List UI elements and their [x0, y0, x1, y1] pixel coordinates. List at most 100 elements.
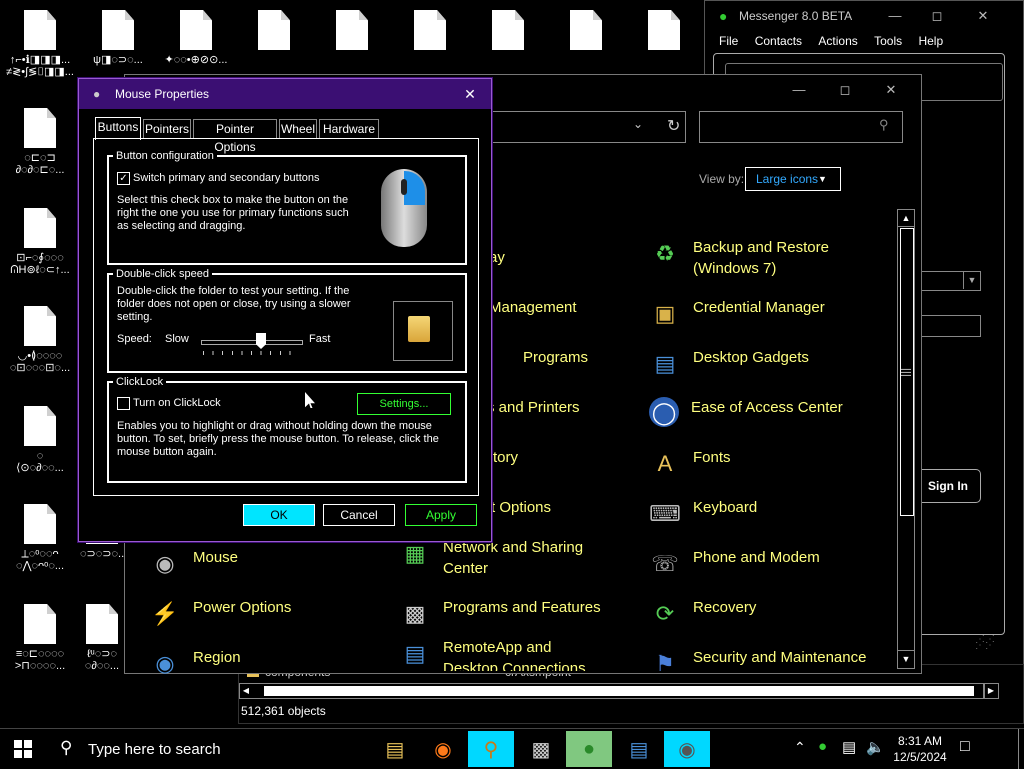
desktop-file-icon[interactable]: ≡◌⊏◌◌◌◌ >⊓◌◌◌◌... — [2, 604, 78, 672]
mouse-taskbar-icon[interactable]: ◉ — [664, 731, 710, 767]
chevron-down-icon[interactable]: ⌄ — [633, 117, 643, 131]
volume-icon[interactable]: 🔈 — [866, 738, 885, 756]
clicklock-checkbox[interactable] — [117, 397, 130, 410]
clicklock-checkbox-label[interactable]: Turn on ClickLock — [133, 397, 221, 410]
cp-item-credential-manager[interactable]: ▣ Credential Manager — [649, 297, 825, 329]
search-tool-icon[interactable]: ⚲ — [468, 731, 514, 767]
network-tray-icon[interactable]: ▤ — [842, 738, 856, 756]
switch-buttons-label[interactable]: Switch primary and secondary buttons — [133, 172, 319, 185]
clicklock-settings-button[interactable]: Settings... — [357, 393, 451, 415]
close-button[interactable]: ✕ — [963, 5, 1003, 27]
desktop-file-label: ᕬH⊚ℓ◌⊂↑... — [10, 264, 70, 276]
view-by-dropdown[interactable]: Large icons ▼ — [745, 167, 841, 191]
apply-button[interactable]: Apply — [405, 504, 477, 526]
firefox-icon[interactable]: ◉ — [420, 731, 466, 767]
desktop-file-icon[interactable] — [236, 10, 312, 54]
desktop-file-icon[interactable] — [548, 10, 624, 54]
close-button[interactable]: ✕ — [455, 83, 485, 105]
desktop-file-icon[interactable]: ◌ ⟨⊙◌∂◌◌... — [2, 406, 78, 474]
sign-in-button[interactable]: Sign In — [915, 469, 981, 503]
messenger-taskbar-icon[interactable]: ● — [566, 731, 612, 767]
taskbar-clock[interactable]: 8:31 AM 12/5/2024 — [890, 733, 950, 765]
cp-item-phone-modem[interactable]: ☏ Phone and Modem — [649, 547, 820, 579]
menu-help[interactable]: Help — [918, 34, 943, 48]
cp-item-partial[interactable]: Management — [489, 299, 577, 316]
desktop-file-icon[interactable]: ⟂◌ᵒ◌◌ᴖ ◌⋀◌ᴖᵒ◌... — [2, 504, 78, 572]
double-click-speed-slider[interactable] — [201, 333, 303, 361]
test-folder-box[interactable] — [393, 301, 453, 361]
maximize-button[interactable]: ◻ — [825, 79, 865, 101]
tab-buttons[interactable]: Buttons — [95, 117, 141, 140]
slider-thumb[interactable] — [256, 333, 266, 349]
scroll-left-icon[interactable]: ◀ — [240, 684, 252, 698]
keyboard-icon: ⌨ — [649, 500, 681, 526]
cp-item-mouse[interactable]: ◉ Mouse — [149, 547, 238, 579]
cp-item-region[interactable]: ◉ Region — [149, 647, 240, 679]
cancel-button[interactable]: Cancel — [323, 504, 395, 526]
windows-start-icon[interactable] — [14, 740, 32, 758]
mouse-properties-dialog: ● Mouse Properties ✕ Buttons Pointers Po… — [78, 78, 492, 542]
desktop-file-icon[interactable] — [392, 10, 468, 54]
messenger-title: Messenger 8.0 BETA — [739, 9, 853, 23]
desktop-file-icon[interactable]: ✦◌◌•⊕⊘⊙... — [158, 10, 234, 66]
scroll-up-icon[interactable]: ▲ — [898, 210, 914, 227]
cp-item-security-maintenance[interactable]: ⚑ Security and Maintenance — [649, 647, 866, 679]
resize-grip[interactable]: ⋰⋰ ⋰⋰ — [975, 635, 995, 657]
file-explorer-icon[interactable]: ▤ — [372, 731, 418, 767]
cp-item-programs-features[interactable]: ▩ Programs and Features — [399, 597, 601, 629]
menu-contacts[interactable]: Contacts — [755, 34, 802, 48]
folder-icon[interactable] — [408, 316, 430, 342]
cp-item-partial[interactable]: tory — [493, 449, 518, 466]
cp-item-remoteapp[interactable]: ▤ RemoteApp and Desktop Connections — [399, 637, 599, 671]
show-hidden-icons-icon[interactable]: ⌃ — [794, 739, 806, 756]
cp-item-partial[interactable]: Programs — [523, 349, 588, 366]
tab-wheel[interactable]: Wheel — [279, 119, 317, 138]
tab-pointer-options[interactable]: Pointer Options — [193, 119, 277, 154]
cp-item-recovery[interactable]: ⟳ Recovery — [649, 597, 757, 629]
address-bar[interactable] — [485, 111, 686, 143]
desktop-file-icon[interactable]: ⊡⌐◌∮◌◌◌ ᕬH⊚ℓ◌⊂↑... — [2, 208, 78, 276]
close-button[interactable]: ✕ — [871, 79, 911, 101]
tab-hardware[interactable]: Hardware — [319, 119, 379, 138]
cp-item-power-options[interactable]: ⚡ Power Options — [149, 597, 291, 629]
tab-pointers[interactable]: Pointers — [143, 119, 191, 138]
desktop-file-icon[interactable]: ◌⊏◌⊐ ∂◌∂◌⊏◌... — [2, 108, 78, 176]
taskbar-search-box[interactable]: ⚲ Type here to search — [48, 729, 370, 769]
desktop-file-icon[interactable]: ◡•≬◌◌◌◌ ◌⊡◌◌◌⊡◌... — [2, 306, 78, 374]
cp-item-keyboard[interactable]: ⌨ Keyboard — [649, 497, 757, 529]
menu-actions[interactable]: Actions — [818, 34, 857, 48]
refresh-icon[interactable]: ↻ — [667, 116, 680, 136]
ok-button[interactable]: OK — [243, 504, 315, 526]
minimize-button[interactable]: — — [875, 5, 915, 27]
maximize-button[interactable]: ◻ — [917, 5, 957, 27]
cp-item-fonts[interactable]: A Fonts — [649, 447, 731, 479]
desktop-file-icon[interactable]: ℓᵘ◌⊃◌ ◌∂◌◌... — [80, 604, 124, 672]
scrollbar-thumb[interactable] — [264, 686, 974, 696]
menu-file[interactable]: File — [719, 34, 738, 48]
messenger-tray-icon[interactable]: ● — [818, 738, 827, 755]
desktop-file-icon[interactable] — [626, 10, 702, 54]
scroll-down-icon[interactable]: ▼ — [898, 650, 914, 667]
horizontal-scrollbar[interactable]: ◀ — [239, 683, 985, 699]
cp-item-partial[interactable]: t Options — [491, 499, 551, 516]
cp-item-desktop-gadgets[interactable]: ▤ Desktop Gadgets — [649, 347, 809, 379]
desktop-file-icon[interactable] — [470, 10, 546, 54]
cp-item-network-sharing[interactable]: ▦ Network and Sharing Center — [399, 537, 599, 579]
cp-item-ease-of-access[interactable]: ◯ Ease of Access Center — [649, 397, 843, 427]
desktop-file-icon[interactable]: ψ◨◌⊃◌... — [80, 10, 156, 66]
notification-icon[interactable]: □ — [960, 738, 970, 756]
cp-item-partial[interactable]: s and Printers — [487, 399, 580, 416]
menu-tools[interactable]: Tools — [874, 34, 902, 48]
messenger-password-field[interactable] — [921, 315, 981, 337]
scroll-right-icon[interactable]: ▶ — [983, 683, 999, 699]
cp-item-backup-restore[interactable]: ♻ Backup and Restore (Windows 7) — [649, 237, 889, 279]
switch-buttons-checkbox[interactable]: ✓ — [117, 172, 130, 185]
desktop-file-icon[interactable]: ↑⌐•ℹ◨◨◨... ≠≷•∫≶⌷◨◨... — [2, 10, 78, 78]
control-panel-taskbar-icon[interactable]: ▤ — [616, 731, 662, 767]
minimize-button[interactable]: — — [779, 79, 819, 101]
show-desktop-button[interactable] — [1018, 729, 1023, 769]
vertical-scrollbar[interactable]: ▲ — — — ▼ — [897, 209, 915, 669]
app-window-icon[interactable]: ▩ — [518, 731, 564, 767]
search-input[interactable] — [699, 111, 903, 143]
desktop-file-icon[interactable] — [314, 10, 390, 54]
